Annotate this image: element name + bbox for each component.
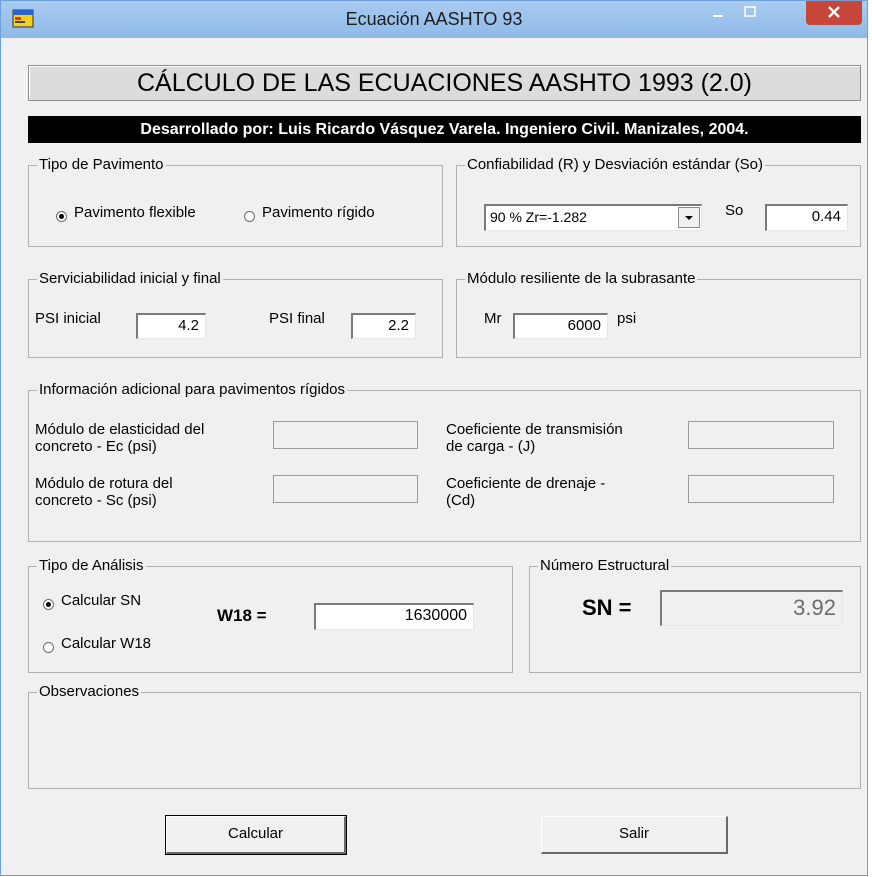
- main-title-box: CÁLCULO DE LAS ECUACIONES AASHTO 1993 (2…: [28, 65, 861, 101]
- mr-unit: psi: [617, 310, 637, 327]
- ec-label-line2: concreto - Ec (psi): [35, 438, 157, 455]
- structural-group: Número Estructural SN = 3.92: [529, 557, 861, 673]
- sc-input[interactable]: [273, 475, 418, 503]
- pavement-type-legend: Tipo de Pavimento: [37, 156, 166, 173]
- credit-text: Desarrollado por: Luis Ricardo Vásquez V…: [140, 121, 749, 138]
- sn-label: SN =: [582, 595, 632, 620]
- sc-label: Módulo de rotura del concreto - Sc (psi): [35, 475, 173, 509]
- structural-legend: Número Estructural: [538, 557, 672, 574]
- rigid-info-group: Información adicional para pavimentos rí…: [28, 381, 861, 542]
- app-window: Ecuación AASHTO 93 CÁLCULO DE LAS ECUACI…: [0, 0, 868, 876]
- close-button[interactable]: [806, 1, 862, 25]
- cd-input[interactable]: [688, 475, 834, 503]
- radio-flexible-label[interactable]: Pavimento flexible: [74, 204, 196, 221]
- cd-label-line1: Coeficiente de drenaje -: [446, 475, 606, 492]
- j-label: Coeficiente de transmisión de carga - (J…: [446, 421, 623, 455]
- radio-rigid[interactable]: [244, 211, 255, 222]
- j-label-line1: Coeficiente de transmisión: [446, 421, 623, 438]
- j-label-line2: de carga - (J): [446, 438, 536, 455]
- chevron-down-icon: [685, 216, 693, 220]
- w18-input[interactable]: 1630000: [314, 603, 474, 630]
- title-bar[interactable]: Ecuación AASHTO 93: [1, 1, 867, 38]
- psi-final-input[interactable]: 2.2: [351, 313, 416, 339]
- ec-input[interactable]: [273, 421, 418, 449]
- serviceability-legend: Serviciabilidad inicial y final: [37, 270, 223, 287]
- ec-label: Módulo de elasticidad del concreto - Ec …: [35, 421, 204, 455]
- radio-calc-sn[interactable]: [43, 599, 54, 610]
- so-label: So: [725, 202, 744, 219]
- observations-legend: Observaciones: [37, 683, 142, 700]
- ec-label-line1: Módulo de elasticidad del: [35, 421, 205, 438]
- reliability-dropdown[interactable]: 90 % Zr=-1.282: [484, 204, 702, 231]
- pavement-type-group: Tipo de Pavimento Pavimento flexible Pav…: [28, 156, 443, 247]
- reliability-legend: Confiabilidad (R) y Desviación estándar …: [465, 156, 765, 173]
- credit-bar: Desarrollado por: Luis Ricardo Vásquez V…: [28, 116, 861, 143]
- serviceability-group: Serviciabilidad inicial y final PSI inic…: [28, 270, 443, 358]
- analysis-group: Tipo de Análisis Calcular SN Calcular W1…: [28, 557, 513, 673]
- main-title: CÁLCULO DE LAS ECUACIONES AASHTO 1993 (2…: [136, 69, 753, 97]
- maximize-button[interactable]: [737, 1, 763, 25]
- cd-label-line2: (Cd): [446, 492, 476, 509]
- exit-button[interactable]: Salir: [541, 816, 728, 854]
- dropdown-arrow-button[interactable]: [678, 207, 700, 228]
- radio-calc-w18[interactable]: [43, 642, 54, 653]
- mr-input[interactable]: 6000: [513, 313, 608, 339]
- analysis-legend: Tipo de Análisis: [37, 557, 146, 574]
- sc-label-line1: Módulo de rotura del: [35, 475, 173, 492]
- observations-group: Observaciones: [28, 683, 861, 789]
- psi-initial-label: PSI inicial: [35, 310, 101, 327]
- modulus-legend: Módulo resiliente de la subrasante: [465, 270, 698, 287]
- sn-output: 3.92: [660, 590, 843, 626]
- calculate-button[interactable]: Calcular: [165, 815, 347, 855]
- cd-label: Coeficiente de drenaje - (Cd): [446, 475, 605, 509]
- j-input[interactable]: [688, 421, 834, 449]
- psi-initial-input[interactable]: 4.2: [136, 313, 206, 339]
- minimize-button[interactable]: [704, 1, 732, 25]
- psi-final-label: PSI final: [269, 310, 325, 327]
- radio-calc-w18-label[interactable]: Calcular W18: [61, 635, 151, 652]
- reliability-selected: 90 % Zr=-1.282: [490, 209, 587, 225]
- mr-label: Mr: [484, 310, 502, 327]
- reliability-group: Confiabilidad (R) y Desviación estándar …: [456, 156, 861, 247]
- so-input[interactable]: 0.44: [765, 204, 848, 231]
- radio-flexible[interactable]: [56, 211, 67, 222]
- radio-rigid-label[interactable]: Pavimento rígido: [262, 204, 375, 221]
- w18-label: W18 =: [217, 606, 267, 625]
- radio-calc-sn-label[interactable]: Calcular SN: [61, 592, 141, 609]
- sc-label-line2: concreto - Sc (psi): [35, 492, 157, 509]
- rigid-info-legend: Información adicional para pavimentos rí…: [37, 381, 347, 398]
- modulus-group: Módulo resiliente de la subrasante Mr 60…: [456, 270, 861, 358]
